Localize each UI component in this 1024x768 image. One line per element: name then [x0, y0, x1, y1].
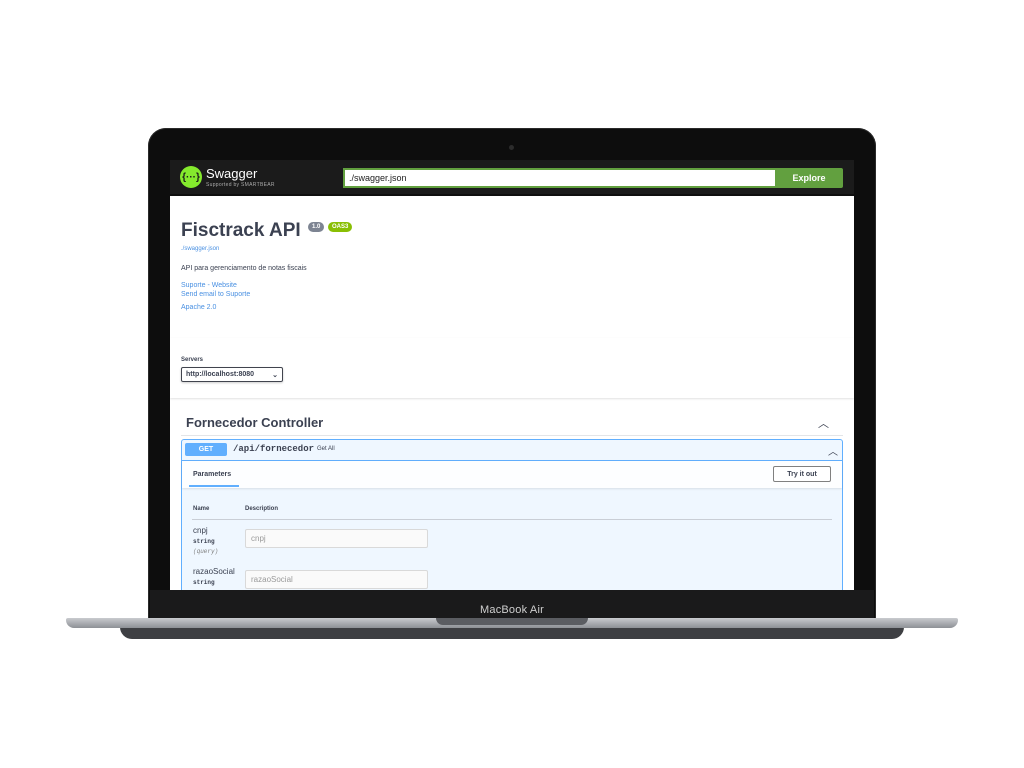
param-type: string: [193, 579, 215, 586]
param-location: (query): [193, 548, 219, 555]
support-website-link[interactable]: Suporte - Website: [181, 282, 237, 289]
license-link[interactable]: Apache 2.0: [181, 304, 216, 311]
swagger-logo-text[interactable]: Swagger: [206, 166, 257, 181]
camera-dot: [509, 145, 514, 150]
support-email-link[interactable]: Send email to Suporte: [181, 291, 250, 298]
method-badge: GET: [185, 443, 227, 456]
cnpj-input[interactable]: cnpj: [245, 529, 428, 548]
oas-badge: OAS3: [328, 222, 353, 232]
column-header-name: Name: [193, 506, 210, 512]
operation-summary[interactable]: GET /api/fornecedor Get All ︿: [182, 440, 842, 461]
razao-social-input[interactable]: razaoSocial: [245, 570, 428, 589]
chevron-up-icon[interactable]: ︿: [818, 415, 829, 431]
tab-parameters[interactable]: Parameters: [193, 471, 231, 478]
divider: [181, 435, 843, 436]
spec-url-link[interactable]: ./swagger.json: [181, 246, 219, 252]
try-it-out-button[interactable]: Try it out: [773, 466, 831, 482]
param-name: razaoSocial: [193, 567, 235, 576]
swagger-logo-subtext: Supported by SMARTBEAR: [206, 182, 275, 188]
swagger-topbar: {···} Swagger Supported by SMARTBEAR ./s…: [170, 160, 854, 196]
parameters-header: [182, 461, 842, 488]
param-name: cnpj: [193, 526, 208, 535]
swagger-logo-icon[interactable]: {···}: [180, 166, 202, 188]
operation-block: GET /api/fornecedor Get All ︿ Parameters…: [181, 439, 843, 590]
laptop-base-shadow: [120, 627, 904, 639]
tab-underline: [189, 485, 239, 487]
divider: [192, 519, 832, 520]
operation-path: /api/fornecedor: [233, 444, 315, 454]
laptop-brand-label: MacBook Air: [480, 604, 544, 616]
api-title: Fisctrack API: [181, 220, 301, 241]
chevron-down-icon: ⌄: [272, 371, 278, 379]
version-badge: 1.0: [308, 222, 325, 232]
screen: {···} Swagger Supported by SMARTBEAR ./s…: [170, 160, 854, 590]
chevron-up-icon[interactable]: ︿: [828, 443, 838, 458]
servers-selected-value: http://localhost:8080: [186, 371, 255, 378]
param-type: string: [193, 538, 215, 545]
servers-select[interactable]: http://localhost:8080 ⌄: [181, 367, 283, 382]
laptop-hinge-notch: [436, 618, 588, 625]
api-description: API para gerenciamento de notas fiscais: [181, 265, 307, 272]
servers-label: Servers: [181, 357, 204, 363]
tag-title[interactable]: Fornecedor Controller: [186, 415, 323, 430]
column-header-description: Description: [245, 506, 279, 512]
spec-url-input[interactable]: ./swagger.json: [343, 168, 775, 188]
operation-summary-text: Get All: [317, 446, 335, 452]
explore-button[interactable]: Explore: [775, 168, 843, 188]
